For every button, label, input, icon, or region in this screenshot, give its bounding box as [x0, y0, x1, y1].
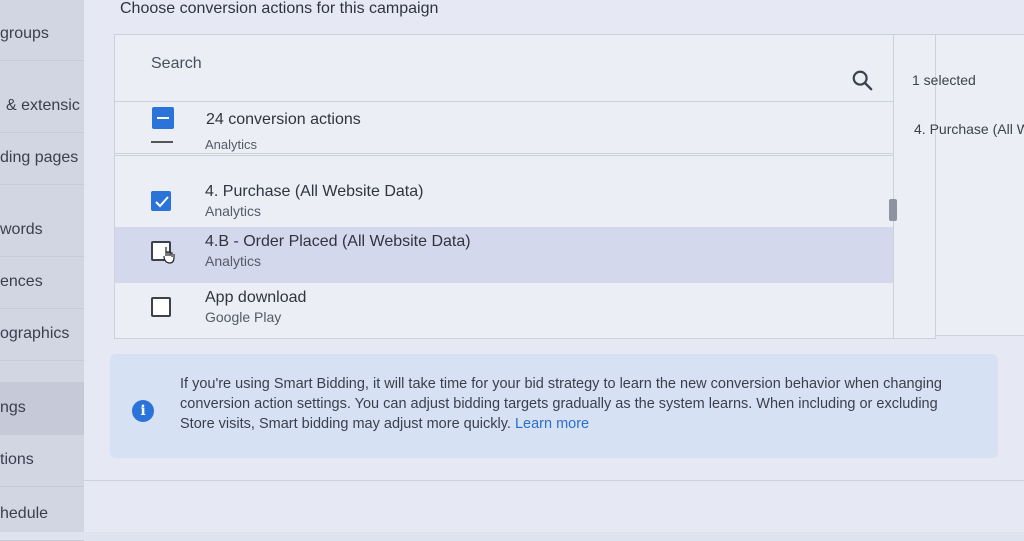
- list-item-name: 4. Purchase (All Website Data): [205, 183, 424, 200]
- sidebar-item-label: words: [0, 221, 43, 238]
- list-item-source: Analytics: [205, 203, 262, 219]
- list-item-source: Analytics: [205, 139, 258, 152]
- left-nav-sidebar: groups & extensic ding pages words ences…: [0, 0, 85, 541]
- sidebar-item-label: groups: [0, 25, 49, 42]
- sidebar-item-label: & extensic: [6, 97, 80, 114]
- selected-count: 1 selected: [912, 72, 976, 88]
- page-title: Choose conversion actions for this campa…: [120, 0, 439, 17]
- conversion-count-label: 24 conversion actions: [206, 111, 361, 128]
- list-item-source: Analytics: [205, 253, 262, 269]
- list-item-name: App download: [205, 289, 307, 306]
- sidebar-item-ads-extensions[interactable]: & extensic: [0, 80, 84, 133]
- list-item-source: Google Play: [205, 309, 282, 325]
- sidebar-item-audiences[interactable]: ences: [0, 256, 84, 309]
- conversion-actions-panel: Search Analytics 4. Purchase (All Websit…: [114, 34, 936, 339]
- list-item: Analytics: [115, 139, 893, 156]
- checkbox-unchecked[interactable]: [151, 297, 171, 317]
- sidebar-item-demographics[interactable]: ographics: [0, 308, 84, 361]
- smart-bidding-info-banner: i If you're using Smart Bidding, it will…: [110, 354, 998, 458]
- main-content: Choose conversion actions for this campa…: [84, 0, 1024, 532]
- learn-more-link[interactable]: Learn more: [515, 416, 589, 432]
- select-all-checkbox[interactable]: [152, 107, 174, 129]
- sidebar-item-keywords[interactable]: words: [0, 204, 84, 257]
- list-item-name: 4.B - Order Placed (All Website Data): [205, 233, 471, 250]
- sidebar-item-label: ding pages: [0, 149, 79, 166]
- sidebar-item-label: ographics: [0, 325, 70, 342]
- sidebar-item-label: tions: [0, 451, 34, 468]
- sidebar-item-label: ences: [0, 273, 43, 290]
- sidebar-item-settings[interactable]: ngs: [0, 382, 84, 435]
- search-icon[interactable]: [851, 69, 873, 91]
- list-item-order-placed[interactable]: 4.B - Order Placed (All Website Data) An…: [115, 227, 893, 283]
- info-icon: i: [132, 400, 154, 422]
- checkbox-partial[interactable]: [151, 141, 173, 143]
- scrollbar-thumb[interactable]: [889, 199, 897, 221]
- hand-cursor-icon: [163, 247, 175, 264]
- sidebar-item-ad-schedule[interactable]: hedule: [0, 488, 84, 541]
- divider: [84, 480, 1024, 481]
- list-item-purchase[interactable]: 4. Purchase (All Website Data) Analytics: [115, 177, 893, 233]
- selected-item[interactable]: 4. Purchase (All Website Data): [914, 121, 1024, 137]
- search-bar[interactable]: Search: [115, 35, 893, 102]
- sidebar-item-landing-pages[interactable]: ding pages: [0, 132, 84, 185]
- sidebar-item-ad-groups[interactable]: groups: [0, 8, 84, 61]
- search-input[interactable]: Search: [151, 55, 202, 73]
- sidebar-item-label: hedule: [0, 505, 49, 522]
- check-icon: [155, 196, 169, 208]
- list-item-app-download[interactable]: App download Google Play: [115, 283, 893, 339]
- info-message: If you're using Smart Bidding, it will t…: [180, 374, 970, 434]
- sidebar-item-label: ngs: [0, 399, 26, 416]
- sidebar-item-locations[interactable]: tions: [0, 434, 84, 487]
- checkbox-checked[interactable]: [151, 191, 171, 211]
